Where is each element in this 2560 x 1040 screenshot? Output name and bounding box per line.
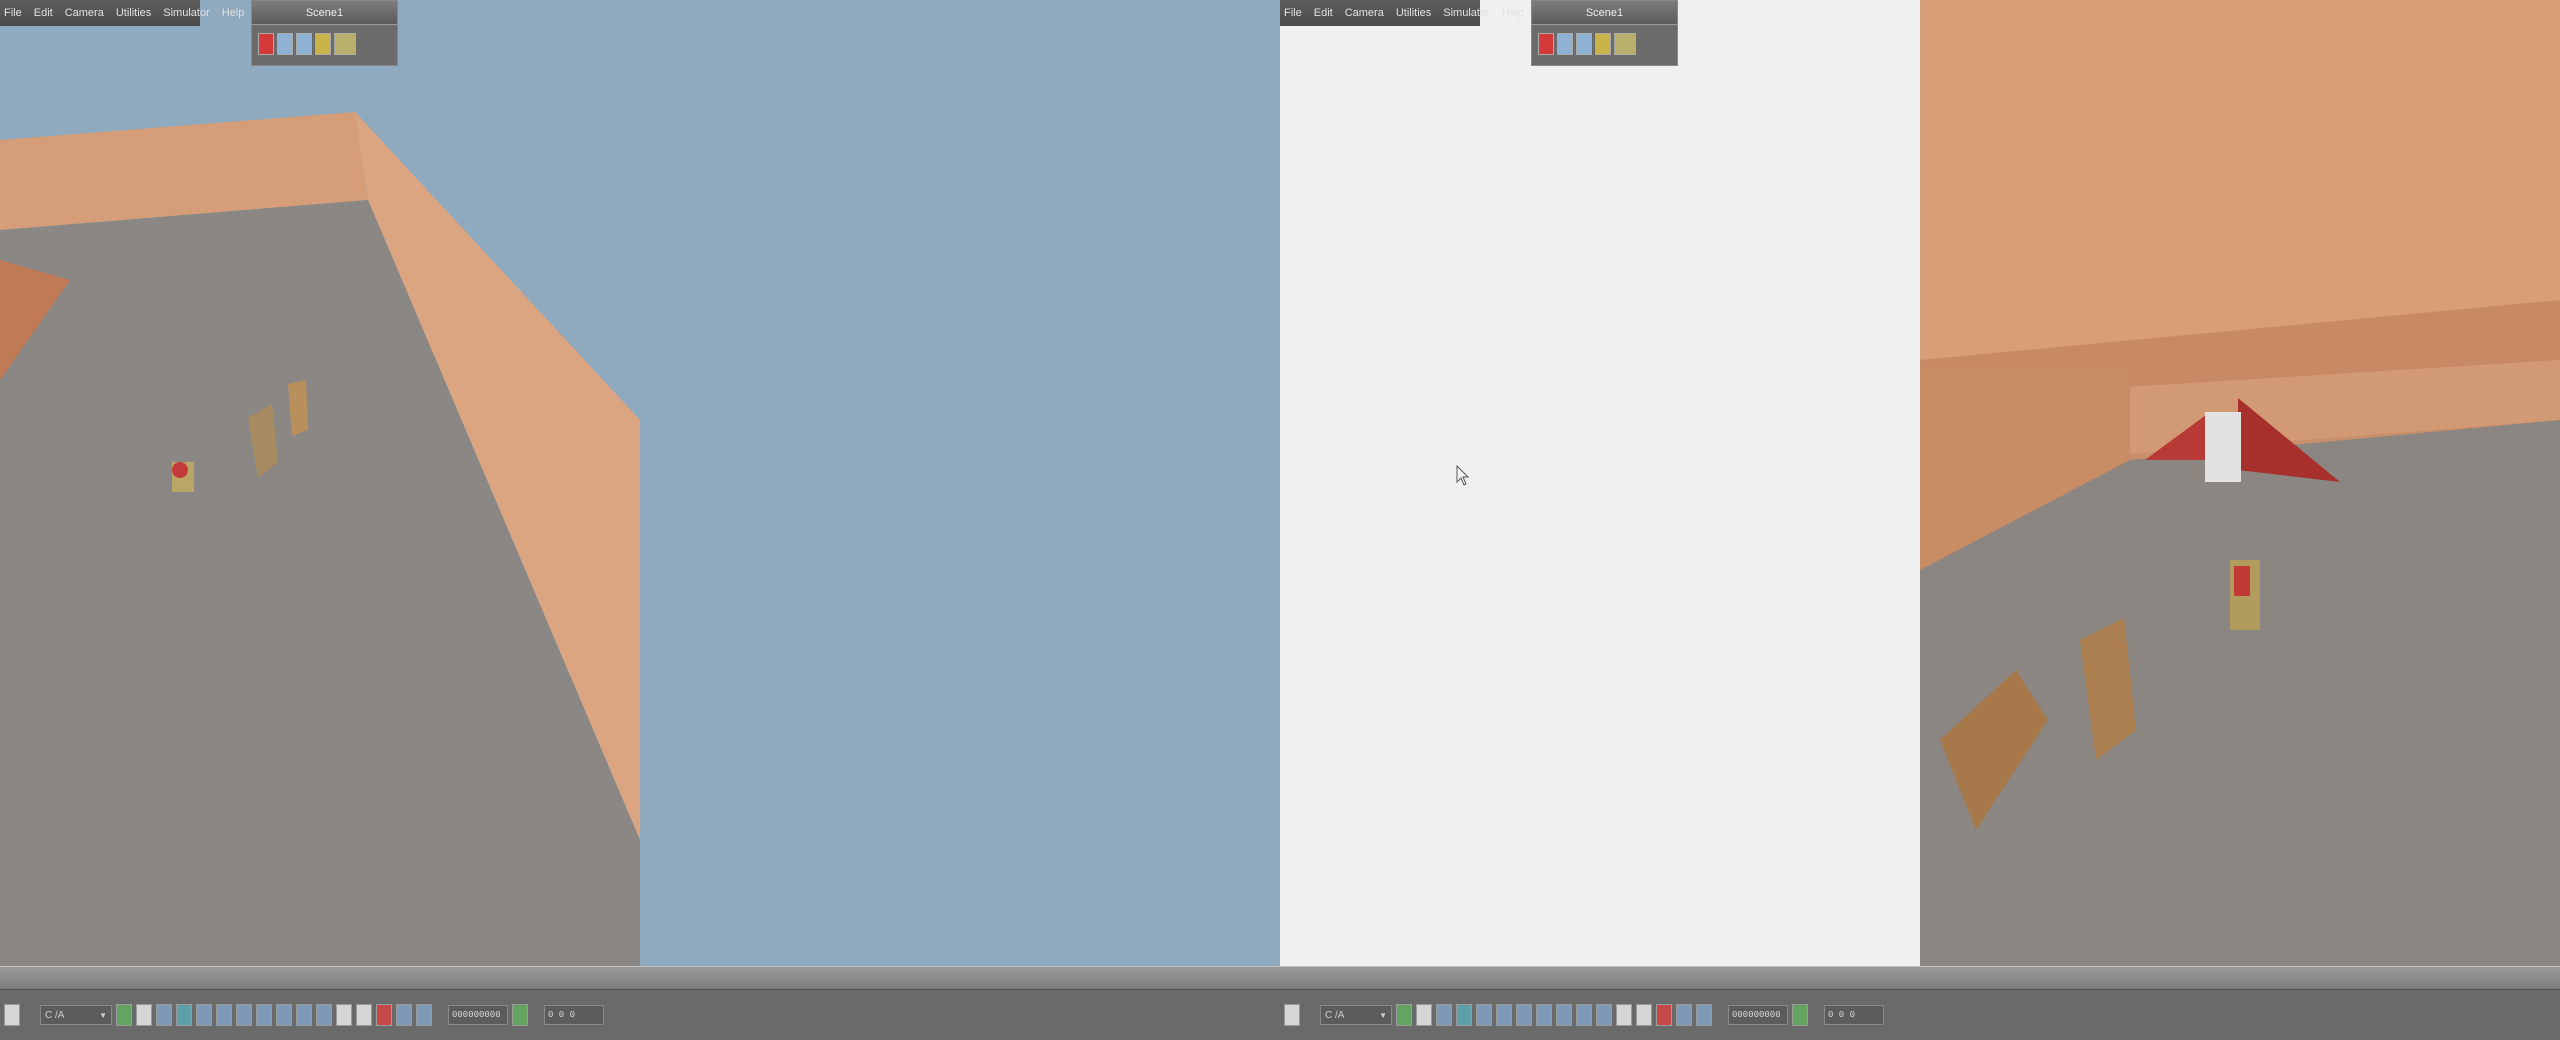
light-icon[interactable]	[1616, 1004, 1632, 1026]
bottom-toolbar: C /A ▼ 000000000 0 0 0	[1280, 990, 2560, 1040]
move-icon[interactable]	[1436, 1004, 1452, 1026]
menu-file[interactable]: File	[1284, 7, 1302, 19]
menu-help[interactable]: Help	[1502, 7, 1525, 19]
coordinate-field[interactable]: 000000000	[1728, 1005, 1788, 1025]
view-icon[interactable]	[356, 1004, 372, 1026]
menu-bar: File Edit Camera Utilities Simulator Hel…	[0, 0, 244, 26]
path-icon[interactable]	[1556, 1004, 1572, 1026]
scene-thumbnails	[252, 25, 397, 63]
thumb-light-icon[interactable]	[296, 33, 312, 55]
script-icon[interactable]	[1576, 1004, 1592, 1026]
scene-thumbnails	[1532, 25, 1677, 63]
menu-camera[interactable]: Camera	[1345, 7, 1384, 19]
3d-viewport-empty[interactable]	[1280, 0, 1920, 966]
thumb-robot-icon[interactable]	[1538, 33, 1554, 55]
redo-icon[interactable]	[416, 1004, 432, 1026]
3d-viewport-sky[interactable]	[640, 0, 1280, 966]
menu-bar: File Edit Camera Utilities Simulator Hel…	[1280, 0, 1524, 26]
scene-render-perspective	[1920, 0, 2560, 966]
mode-select[interactable]: C /A ▼	[1320, 1005, 1392, 1025]
copy-icon[interactable]	[1416, 1004, 1432, 1026]
thumb-object-icon[interactable]	[1595, 33, 1611, 55]
menu-simulator[interactable]: Simulator	[1443, 7, 1489, 19]
undo-icon[interactable]	[396, 1004, 412, 1026]
light-icon[interactable]	[336, 1004, 352, 1026]
mode-select[interactable]: C /A ▼	[40, 1005, 112, 1025]
scene-tab[interactable]: Scene1	[252, 1, 397, 25]
chevron-down-icon: ▼	[99, 1010, 107, 1020]
menu-utilities[interactable]: Utilities	[1396, 7, 1431, 19]
scene-panel: Scene1	[251, 0, 398, 66]
menu-simulator[interactable]: Simulator	[163, 7, 209, 19]
thumb-object-icon[interactable]	[315, 33, 331, 55]
add-icon[interactable]	[116, 1004, 132, 1026]
play-icon[interactable]	[1792, 1004, 1808, 1026]
mouse-cursor-icon	[1456, 465, 1470, 486]
play-icon[interactable]	[512, 1004, 528, 1026]
link-icon[interactable]	[1496, 1004, 1512, 1026]
scene-panel: Scene1	[1531, 0, 1678, 66]
menu-file[interactable]: File	[4, 7, 22, 19]
thumb-camera-icon[interactable]	[1557, 33, 1573, 55]
scene-render-topdown	[0, 0, 640, 966]
path-icon[interactable]	[276, 1004, 292, 1026]
scale-icon[interactable]	[196, 1004, 212, 1026]
menu-camera[interactable]: Camera	[65, 7, 104, 19]
scene-tab[interactable]: Scene1	[1532, 1, 1677, 25]
thumb-light-icon[interactable]	[1576, 33, 1592, 55]
thumb-grid-icon[interactable]	[1614, 33, 1636, 55]
delete-icon[interactable]	[376, 1004, 392, 1026]
add-icon[interactable]	[1396, 1004, 1412, 1026]
joint-icon[interactable]	[236, 1004, 252, 1026]
chevron-down-icon: ▼	[1379, 1010, 1387, 1020]
scale-icon[interactable]	[1476, 1004, 1492, 1026]
select-icon[interactable]	[1284, 1004, 1300, 1026]
mode-select-value: C /A	[1325, 1009, 1345, 1021]
thumb-grid-icon[interactable]	[334, 33, 356, 55]
sensor-icon[interactable]	[256, 1004, 272, 1026]
move-icon[interactable]	[156, 1004, 172, 1026]
menu-help[interactable]: Help	[222, 7, 245, 19]
redo-icon[interactable]	[1696, 1004, 1712, 1026]
script-icon[interactable]	[296, 1004, 312, 1026]
rotate-icon[interactable]	[176, 1004, 192, 1026]
joint-icon[interactable]	[1516, 1004, 1532, 1026]
select-icon[interactable]	[4, 1004, 20, 1026]
status-line	[1280, 966, 2560, 990]
3d-viewport-topdown[interactable]	[0, 0, 640, 966]
pillar	[2205, 412, 2241, 482]
delete-icon[interactable]	[1656, 1004, 1672, 1026]
link-icon[interactable]	[216, 1004, 232, 1026]
thumb-camera-icon[interactable]	[277, 33, 293, 55]
time-field[interactable]: 0 0 0	[1824, 1005, 1884, 1025]
status-line	[0, 966, 1280, 990]
simulator-window-right: File Edit Camera Utilities Simulator Hel…	[1280, 0, 2560, 1040]
menu-utilities[interactable]: Utilities	[116, 7, 151, 19]
copy-icon[interactable]	[136, 1004, 152, 1026]
thumb-robot-icon[interactable]	[258, 33, 274, 55]
rotate-icon[interactable]	[1456, 1004, 1472, 1026]
camera-icon[interactable]	[1596, 1004, 1612, 1026]
menu-edit[interactable]: Edit	[34, 7, 53, 19]
time-field[interactable]: 0 0 0	[544, 1005, 604, 1025]
coordinate-field[interactable]: 000000000	[448, 1005, 508, 1025]
sensor-icon[interactable]	[1536, 1004, 1552, 1026]
menu-edit[interactable]: Edit	[1314, 7, 1333, 19]
undo-icon[interactable]	[1676, 1004, 1692, 1026]
view-icon[interactable]	[1636, 1004, 1652, 1026]
3d-viewport-perspective[interactable]	[1920, 0, 2560, 966]
simulator-window-left: File Edit Camera Utilities Simulator Hel…	[0, 0, 1280, 1040]
mode-select-value: C /A	[45, 1009, 65, 1021]
bottom-toolbar: C /A ▼ 000000000 0 0 0	[0, 990, 1280, 1040]
camera-icon[interactable]	[316, 1004, 332, 1026]
